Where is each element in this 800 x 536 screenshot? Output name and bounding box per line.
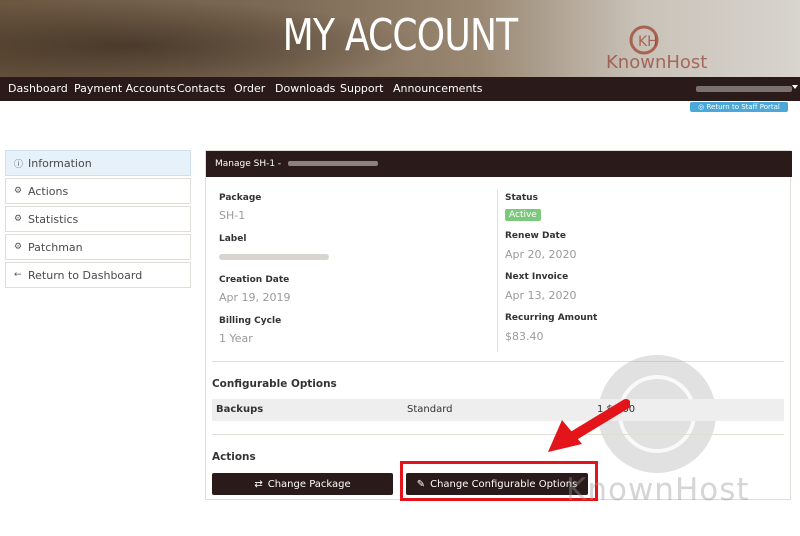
table-row: Backups Standard 1 $0.00 — [212, 399, 784, 421]
page-root: { "hero": { "title": "MY ACCOUNT", "logo… — [0, 0, 800, 536]
info-icon: ⓘ — [14, 159, 24, 170]
redacted-label-value — [219, 254, 329, 260]
panel-header: Manage SH-1 - — [206, 151, 792, 177]
redacted-domain — [288, 161, 379, 166]
return-to-staff-portal-button[interactable]: ◎ Return to Staff Portal — [690, 102, 788, 112]
nav-contacts[interactable]: Contacts — [177, 82, 226, 95]
next-invoice-value: Apr 13, 2020 — [505, 289, 577, 302]
svg-text:KH: KH — [638, 34, 658, 50]
config-option-name: Backups — [216, 404, 264, 415]
divider — [212, 434, 784, 435]
nav-downloads[interactable]: Downloads — [275, 82, 335, 95]
actions-title: Actions — [212, 450, 256, 463]
panel-header-title: Manage SH-1 - — [215, 159, 282, 169]
configurable-options-title: Configurable Options — [212, 377, 337, 390]
sidebar-item-information[interactable]: ⓘ Information — [5, 150, 191, 176]
sidebar-item-patchman[interactable]: ⚙ Patchman — [5, 234, 191, 260]
hero-logo-text: KnownHost — [606, 52, 708, 73]
sidebar-item-label: Patchman — [28, 240, 83, 254]
creation-date-label: Creation Date — [219, 275, 290, 285]
sidebar-item-actions[interactable]: ⚙ Actions — [5, 178, 191, 204]
status-label: Status — [505, 193, 538, 203]
billing-cycle-value: 1 Year — [219, 332, 253, 345]
label-label: Label — [219, 234, 247, 244]
watermark-text: KnownHost — [566, 472, 750, 508]
renew-date-value: Apr 20, 2020 — [505, 248, 577, 261]
sidebar-item-label: Information — [28, 156, 92, 170]
nav-order[interactable]: Order — [234, 82, 265, 95]
column-divider — [497, 190, 498, 352]
sidebar-item-statistics[interactable]: ⚙ Statistics — [5, 206, 191, 232]
gear-icon: ⚙ — [14, 214, 23, 224]
sidebar-item-return-to-dashboard[interactable]: ← Return to Dashboard — [5, 262, 191, 288]
creation-date-value: Apr 19, 2019 — [219, 291, 291, 304]
red-arrow-icon — [548, 399, 630, 452]
config-option-value: Standard — [407, 404, 453, 415]
nav-support[interactable]: Support — [340, 82, 383, 95]
arrow-left-icon: ← — [14, 270, 22, 280]
account-menu-redacted[interactable] — [696, 86, 792, 92]
nav-announcements[interactable]: Announcements — [393, 82, 482, 95]
sidebar-item-label: Statistics — [28, 212, 79, 226]
nav-dashboard[interactable]: Dashboard — [8, 82, 68, 95]
recurring-amount-label: Recurring Amount — [505, 313, 598, 323]
change-package-label: Change Package — [267, 478, 351, 490]
sidebar-item-label: Actions — [28, 184, 69, 198]
next-invoice-label: Next Invoice — [505, 272, 569, 282]
change-package-button[interactable]: ⇄ Change Package — [212, 473, 393, 495]
status-badge: Active — [505, 209, 541, 221]
renew-date-label: Renew Date — [505, 231, 566, 241]
package-value: SH-1 — [219, 209, 246, 222]
shuffle-icon: ⇄ — [254, 478, 263, 490]
recurring-amount-value: $83.40 — [505, 330, 544, 343]
package-label: Package — [219, 193, 262, 203]
divider — [212, 361, 784, 362]
gear-icon: ⚙ — [14, 186, 23, 196]
billing-cycle-label: Billing Cycle — [219, 316, 282, 326]
hero-banner: MY ACCOUNT KH KnownHost — [0, 0, 800, 77]
sidebar-item-label: Return to Dashboard — [28, 268, 143, 282]
chevron-down-icon[interactable] — [792, 85, 798, 89]
gear-icon: ⚙ — [14, 242, 23, 252]
top-nav: Dashboard Payment Accounts Contacts Orde… — [0, 77, 800, 101]
nav-payment-accounts[interactable]: Payment Accounts — [74, 82, 176, 95]
